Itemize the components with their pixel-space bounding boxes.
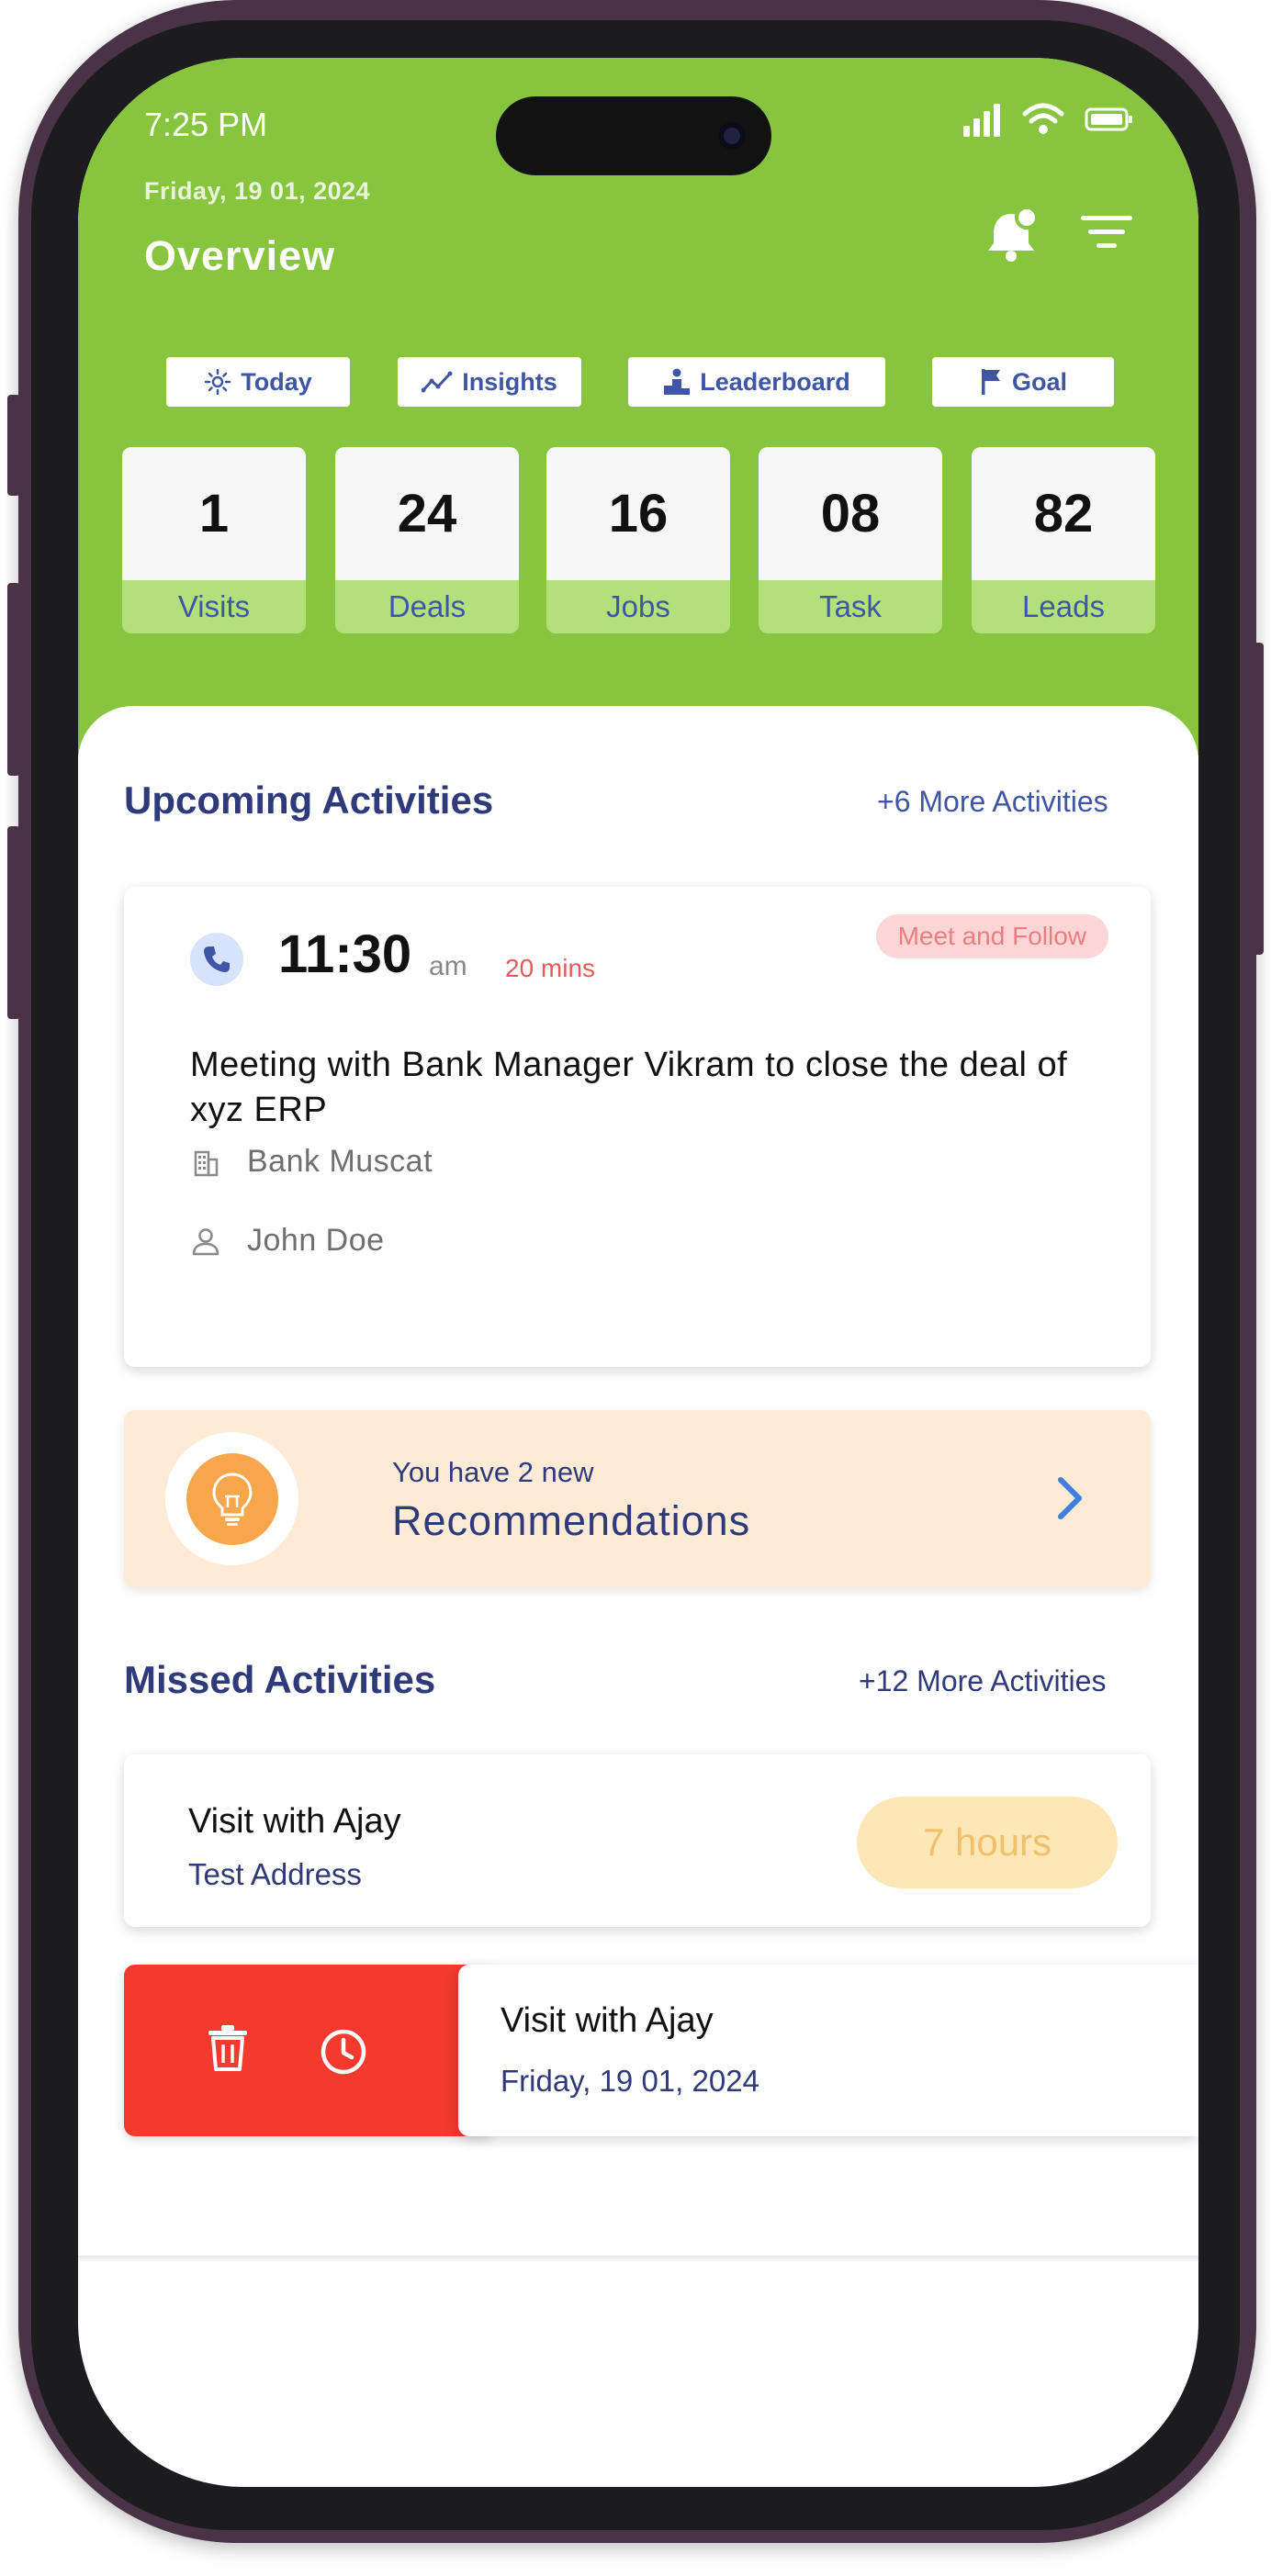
action-button bbox=[7, 395, 20, 496]
chip-today-label: Today bbox=[241, 367, 312, 396]
missed-item-title: Visit with Ajay bbox=[501, 2001, 714, 2040]
chip-goal-label: Goal bbox=[1011, 367, 1067, 396]
chip-insights[interactable]: Insights bbox=[398, 357, 581, 407]
wifi-icon bbox=[1022, 103, 1064, 134]
clock-icon[interactable] bbox=[319, 2027, 368, 2077]
user-icon bbox=[192, 1227, 219, 1255]
power-button bbox=[1251, 643, 1264, 955]
stat-task[interactable]: 08 Task bbox=[759, 447, 942, 633]
activity-contact: John Doe bbox=[247, 1223, 385, 1258]
page-title: Overview bbox=[144, 232, 336, 279]
stat-label: Leads bbox=[1022, 589, 1105, 623]
lightbulb-icon bbox=[211, 1472, 253, 1526]
status-icons bbox=[962, 102, 1134, 137]
volume-up-button bbox=[7, 583, 20, 776]
swipe-actions bbox=[124, 1965, 491, 2136]
upcoming-more-link[interactable]: +6 More Activities bbox=[877, 785, 1108, 819]
chip-insights-label: Insights bbox=[462, 367, 557, 396]
missed-item[interactable]: Visit with Ajay Test Address 7 hours bbox=[124, 1754, 1151, 1927]
missed-item-title: Visit with Ajay bbox=[188, 1802, 401, 1841]
upcoming-activities-title: Upcoming Activities bbox=[124, 778, 494, 822]
missed-item-subtitle: Test Address bbox=[188, 1857, 362, 1891]
activity-ampm: am bbox=[429, 951, 467, 981]
building-icon bbox=[194, 1150, 219, 1176]
activity-contact-row: John Doe bbox=[190, 1223, 385, 1259]
chip-goal[interactable]: Goal bbox=[932, 357, 1114, 407]
stat-label: Task bbox=[819, 589, 882, 623]
header-date: Friday, 19 01, 2024 bbox=[144, 177, 371, 205]
activity-description: Meeting with Bank Manager Vikram to clos… bbox=[190, 1046, 1068, 1130]
activity-company: Bank Muscat bbox=[247, 1144, 433, 1179]
overdue-badge: 7 hours bbox=[857, 1797, 1118, 1888]
trend-icon bbox=[422, 371, 453, 393]
stat-deals[interactable]: 24 Deals bbox=[335, 447, 519, 633]
battery-icon bbox=[1085, 107, 1132, 131]
chip-leaderboard-label: Leaderboard bbox=[700, 367, 850, 396]
stat-visits[interactable]: 1 Visits bbox=[122, 447, 306, 633]
stat-value: 82 bbox=[972, 447, 1155, 580]
lightbulb-badge bbox=[165, 1432, 298, 1565]
bottom-divider bbox=[78, 2256, 1198, 2263]
stat-value: 16 bbox=[546, 447, 730, 580]
dynamic-island bbox=[496, 96, 771, 175]
chip-today[interactable]: Today bbox=[166, 357, 350, 407]
activity-company-row: Bank Muscat bbox=[190, 1144, 433, 1180]
chevron-right-icon[interactable] bbox=[1055, 1474, 1086, 1522]
stat-jobs[interactable]: 16 Jobs bbox=[546, 447, 730, 633]
stat-leads[interactable]: 82 Leads bbox=[972, 447, 1155, 633]
recommendations-banner[interactable]: You have 2 new Recommendations bbox=[124, 1410, 1151, 1587]
app-screen: 7:25 PM Friday, 19 01, 2024 Overview Tod… bbox=[78, 58, 1198, 2487]
recommendations-count: You have 2 new bbox=[392, 1456, 594, 1488]
missed-item-date: Friday, 19 01, 2024 bbox=[501, 2064, 759, 2098]
missed-activities-title: Missed Activities bbox=[124, 1658, 436, 1701]
podium-icon bbox=[664, 368, 691, 395]
status-time: 7:25 PM bbox=[144, 106, 268, 143]
recommendations-label: Recommendations bbox=[392, 1497, 751, 1544]
activity-tag: Meet and Follow bbox=[875, 914, 1108, 958]
chip-leaderboard[interactable]: Leaderboard bbox=[628, 357, 885, 407]
stat-label: Visits bbox=[177, 589, 251, 623]
stat-value: 08 bbox=[759, 447, 942, 580]
sun-icon bbox=[204, 368, 231, 396]
stat-label: Deals bbox=[388, 589, 467, 623]
volume-down-button bbox=[7, 826, 20, 1019]
stat-value: 24 bbox=[335, 447, 519, 580]
flag-icon bbox=[981, 369, 1000, 395]
missed-item-swiped[interactable]: Visit with Ajay Friday, 19 01, 2024 bbox=[458, 1965, 1198, 2136]
camera-icon bbox=[718, 122, 746, 150]
stat-label: Jobs bbox=[606, 589, 670, 623]
activity-time: 11:30 bbox=[278, 924, 412, 984]
trash-icon[interactable] bbox=[205, 2023, 251, 2073]
activity-card[interactable]: 11:30 am 20 mins Meet and Follow Meeting… bbox=[124, 887, 1151, 1367]
filter-icon[interactable] bbox=[1079, 212, 1134, 252]
activity-duration: 20 mins bbox=[505, 954, 596, 982]
missed-more-link[interactable]: +12 More Activities bbox=[859, 1664, 1106, 1698]
notification-bell-icon[interactable] bbox=[983, 205, 1040, 263]
stat-value: 1 bbox=[122, 447, 306, 580]
signal-icon bbox=[963, 104, 1000, 137]
phone-icon bbox=[190, 933, 243, 986]
